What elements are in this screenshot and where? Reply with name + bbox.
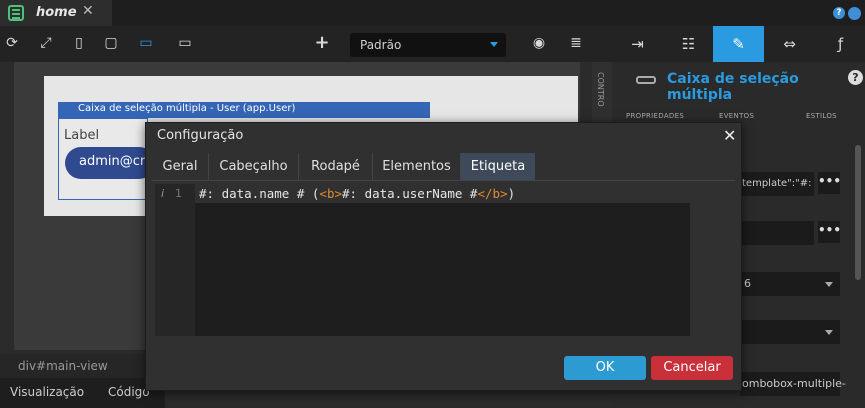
tree-icon[interactable]: ☷ [663,26,714,62]
function-icon[interactable]: ƒ [815,26,865,62]
database-icon[interactable]: ≣ [567,34,585,52]
refresh-icon[interactable]: ⟳ [3,34,21,52]
code-line[interactable]: #: data.name # (<b>#: data.userName #</b… [199,186,515,201]
tab-home-label: home [36,5,77,20]
panel-title: Caixa de seleção múltipla [667,71,799,103]
help-icon[interactable]: ? [833,7,845,19]
editor-gutter [155,184,195,336]
desktop-icon[interactable]: ▭ [137,34,155,52]
app-list-icon [8,5,24,21]
toolbar [0,26,612,62]
component-toolbar[interactable]: Caixa de seleção múltipla - User (app.Us… [58,102,430,118]
component-label: Label [64,128,100,143]
eye-off-icon[interactable]: ◉ [530,34,548,52]
tab-code[interactable]: Código [108,385,150,399]
tab-rodape[interactable]: Rodapé [299,153,373,181]
selected-chip[interactable]: admin@cr [65,147,155,179]
tab-cabecalho[interactable]: Cabeçalho [209,153,299,181]
breadcrumb-item[interactable]: div#main-view [18,359,108,373]
code-editor[interactable] [155,184,690,336]
dialog-title: Configuração [157,128,244,143]
select-field-1-value: 6 [744,277,751,290]
code-tag-open: <b> [319,186,342,201]
template-more-button[interactable]: ••• [818,172,841,194]
tab-close-icon[interactable]: ✕ [82,3,94,19]
tab-home[interactable]: home ✕ [0,0,112,26]
tab-geral[interactable]: Geral [152,153,209,181]
cancel-button[interactable]: Cancelar [651,356,733,380]
combobox-icon [636,76,656,84]
subtab-events[interactable]: EVENTOS [719,112,754,120]
line-number: 1 [175,187,182,200]
field-2[interactable] [740,221,814,245]
component-toolbar-label: Caixa de seleção múltipla - User (app.Us… [78,103,296,114]
phone-icon[interactable]: ▯ [70,34,88,52]
monitor-icon[interactable]: ▭ [176,34,194,52]
field-2-more-button[interactable]: ••• [818,221,841,243]
subtab-properties[interactable]: PROPRIEDADES [626,112,684,120]
code-text: ) [507,186,516,201]
class-field-value: ombobox-multiple- [742,377,846,390]
panel-help-icon[interactable]: ? [848,70,863,85]
code-text: #: data.name # ( [199,186,320,201]
code-tag-close: </b> [477,186,508,201]
selected-chip-label: admin@cr [79,154,146,169]
panel-scrollbar[interactable] [855,145,861,280]
brush-icon[interactable]: ✎ [713,26,764,62]
chevron-down-icon [490,42,498,47]
chevron-down-icon [825,282,833,287]
subtab-styles[interactable]: ESTILOS [806,112,837,120]
plus-icon[interactable]: + [313,34,331,52]
tab-etiqueta[interactable]: Etiqueta [461,153,535,181]
swap-icon[interactable]: ⇔ [764,26,815,62]
code-text: #: data.userName # [342,186,478,201]
expand-icon[interactable]: ⤢ [37,34,55,52]
close-icon[interactable]: ✕ [723,126,736,145]
tab-visualization[interactable]: Visualização [10,385,84,399]
controls-rail-label: CONTRO [596,72,605,107]
tabs-divider [152,180,735,181]
tablet-icon[interactable]: ▢ [102,34,120,52]
tab-elementos[interactable]: Elementos [373,153,461,181]
info-icon[interactable] [848,7,861,20]
device-select-value: Padrão [360,38,402,52]
tab-bar [0,0,865,26]
import-icon[interactable]: ⇥ [612,26,663,62]
device-select[interactable]: Padrão [350,33,506,57]
ok-button[interactable]: OK [564,356,646,380]
template-field-value: template":"#: [742,178,812,189]
info-icon: i [161,187,165,200]
chevron-down-icon [825,330,833,335]
